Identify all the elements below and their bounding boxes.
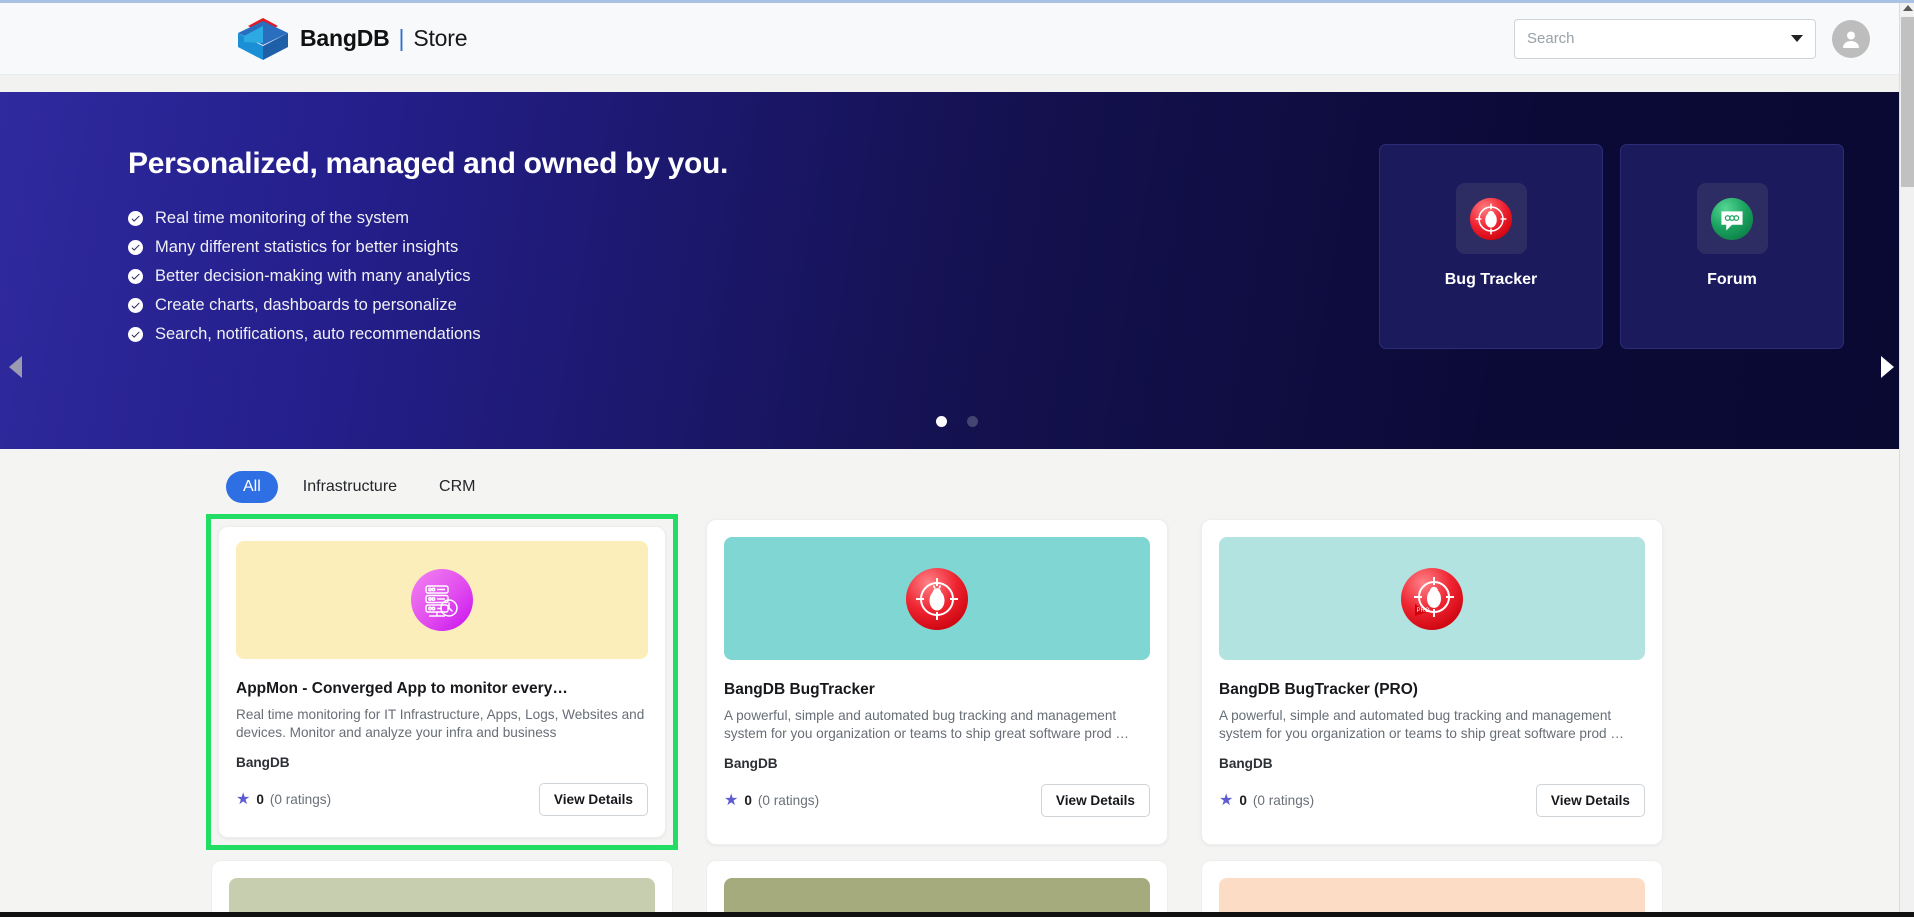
card-vendor: BangDB (724, 756, 778, 771)
product-card[interactable] (706, 860, 1168, 917)
promo-icon-tile (1455, 183, 1527, 254)
check-circle-icon (128, 327, 143, 342)
promo-icon-tile (1696, 183, 1768, 254)
card-rating: ★ 0 (0 ratings) (236, 790, 332, 808)
card-title: BangDB BugTracker (PRO) (1219, 681, 1418, 698)
product-card-grid-next-row (0, 860, 1914, 917)
brand-text: BangDB | Store (300, 25, 467, 52)
product-card-bugtracker-pro-slot[interactable]: PRO BangDB BugTracker (PRO) A powerful, … (1201, 519, 1663, 845)
carousel-dot-2[interactable] (967, 416, 978, 427)
product-card-appmon-slot[interactable]: AppMon - Converged App to monitor every…… (206, 514, 678, 850)
tab-all[interactable]: All (226, 471, 278, 503)
list-item: Search, notifications, auto recommendati… (128, 320, 481, 349)
rating-value: 0 (256, 792, 264, 807)
product-card[interactable] (1201, 860, 1663, 917)
brand-section: Store (413, 25, 468, 51)
card-footer: ★ 0 (0 ratings) View Details (724, 784, 1150, 817)
view-details-button[interactable]: View Details (1040, 784, 1150, 817)
promo-card-forum[interactable]: Forum (1620, 144, 1844, 349)
card-description: A powerful, simple and automated bug tra… (1219, 708, 1624, 742)
catalog-section: All Infrastructure CRM AppMon - Converge… (0, 449, 1914, 917)
hero-carousel: Personalized, managed and owned by you. … (0, 92, 1914, 449)
tab-infrastructure[interactable]: Infrastructure (286, 471, 414, 503)
card-footer: ★ 0 (0 ratings) View Details (1219, 784, 1645, 817)
product-card[interactable]: PRO BangDB BugTracker (PRO) A powerful, … (1201, 519, 1663, 845)
promo-card-bug-tracker[interactable]: Bug Tracker (1379, 144, 1603, 349)
carousel-pagination (0, 416, 1914, 427)
brand-logo-group[interactable]: BangDB | Store (234, 16, 467, 62)
card-banner (236, 541, 648, 659)
card-title: BangDB BugTracker (724, 681, 875, 698)
search-input[interactable] (1527, 30, 1785, 47)
card-rating: ★ 0 (0 ratings) (1219, 791, 1315, 809)
app-header: BangDB | Store (0, 3, 1914, 75)
product-card[interactable]: BangDB BugTracker A powerful, simple and… (706, 519, 1168, 845)
bug-tracker-icon (906, 567, 968, 630)
store-page: BangDB | Store Personalized, managed and… (0, 0, 1914, 917)
rating-value: 0 (744, 793, 752, 808)
header-right-group (1514, 18, 1870, 59)
rating-count: (0 ratings) (269, 792, 332, 807)
chevron-right-icon[interactable] (1881, 356, 1894, 378)
hero-bullet-text: Real time monitoring of the system (155, 209, 410, 227)
view-details-button[interactable]: View Details (1535, 784, 1645, 817)
product-card[interactable] (211, 860, 673, 917)
tab-crm[interactable]: CRM (422, 471, 492, 503)
promo-label: Forum (1707, 271, 1757, 288)
product-card-grid: AppMon - Converged App to monitor every…… (0, 514, 1914, 850)
check-circle-icon (128, 240, 143, 255)
card-vendor: BangDB (1219, 756, 1273, 771)
list-item: Many different statistics for better ins… (128, 233, 481, 262)
category-tabs: All Infrastructure CRM (0, 449, 1914, 503)
rating-count: (0 ratings) (1252, 793, 1315, 808)
check-circle-icon (128, 298, 143, 313)
view-details-button[interactable]: View Details (538, 783, 648, 816)
bug-tracker-pro-icon: PRO (1401, 567, 1463, 630)
check-circle-icon (128, 211, 143, 226)
server-monitor-icon (411, 569, 473, 631)
bug-tracker-icon (1469, 197, 1513, 240)
header-content-divider (0, 75, 1914, 92)
hero-feature-list: Real time monitoring of the system Many … (128, 204, 481, 349)
hero-bullet-text: Many different statistics for better ins… (155, 238, 459, 256)
chevron-left-icon[interactable] (9, 356, 22, 378)
rating-count: (0 ratings) (757, 793, 820, 808)
brand-name: BangDB (300, 25, 390, 51)
rating-value: 0 (1239, 793, 1247, 808)
product-card-bugtracker-slot[interactable]: BangDB BugTracker A powerful, simple and… (706, 519, 1168, 845)
page-scrollbar[interactable] (1899, 3, 1914, 917)
card-rating: ★ 0 (0 ratings) (724, 791, 820, 809)
chevron-down-icon[interactable] (1791, 35, 1803, 42)
star-icon: ★ (236, 790, 251, 808)
hero-title: Personalized, managed and owned by you. (128, 147, 729, 180)
card-banner: PRO (1219, 537, 1645, 660)
hero-promo-cards: Bug Tracker Forum (1379, 144, 1844, 349)
list-item: Create charts, dashboards to personalize (128, 291, 481, 320)
card-description: A powerful, simple and automated bug tra… (724, 708, 1129, 742)
scrollbar-up-arrow-icon[interactable] (1903, 5, 1913, 11)
list-item: Real time monitoring of the system (128, 204, 481, 233)
promo-label: Bug Tracker (1444, 271, 1538, 288)
forum-chat-icon (1710, 197, 1754, 240)
list-item: Better decision-making with many analyti… (128, 262, 481, 291)
search-box[interactable] (1514, 18, 1816, 59)
star-icon: ★ (1219, 791, 1234, 809)
carousel-dot-1[interactable] (936, 416, 947, 427)
hero-bullet-text: Better decision-making with many analyti… (155, 267, 471, 285)
card-footer: ★ 0 (0 ratings) View Details (236, 783, 648, 816)
scrollbar-thumb[interactable] (1901, 17, 1914, 187)
hero-bullet-text: Search, notifications, auto recommendati… (155, 325, 481, 343)
card-vendor: BangDB (236, 755, 290, 770)
check-circle-icon (128, 269, 143, 284)
brand-separator: | (398, 25, 405, 51)
star-icon: ★ (724, 791, 739, 809)
hero-bullet-text: Create charts, dashboards to personalize (155, 296, 457, 314)
card-title: AppMon - Converged App to monitor every… (236, 680, 568, 697)
window-bottom-edge (0, 912, 1914, 917)
card-banner (724, 537, 1150, 660)
card-description: Real time monitoring for IT Infrastructu… (236, 707, 645, 741)
user-avatar-icon[interactable] (1832, 19, 1870, 58)
product-card[interactable]: AppMon - Converged App to monitor every…… (218, 526, 666, 838)
bangdb-cube-logo-icon (234, 16, 292, 62)
